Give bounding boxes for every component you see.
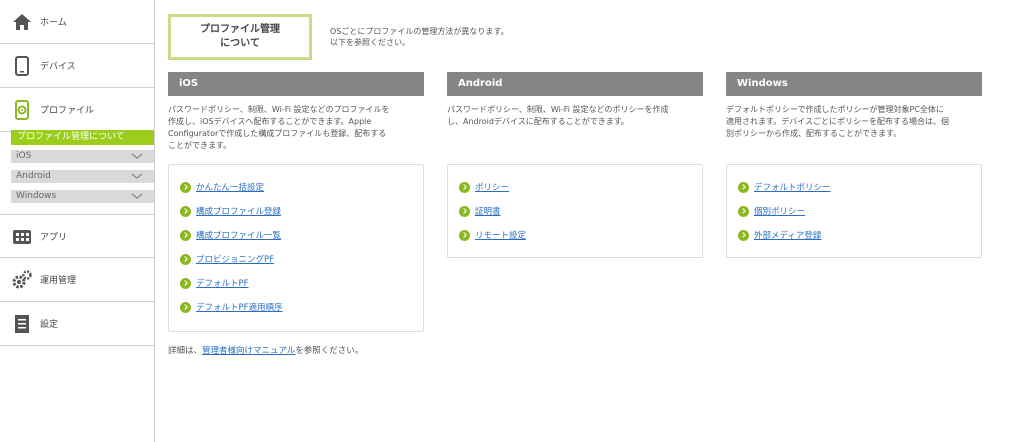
sidebar-subitem-label: Android [16, 171, 51, 181]
android-column: Android パスワードポリシー、制限、Wi-Fi 設定などのポリシーを作成 … [447, 72, 703, 258]
ios-column: iOS パスワードポリシー、制限、Wi-Fi 設定などのプロファイルを 作成し、… [168, 72, 424, 332]
android-description: パスワードポリシー、制限、Wi-Fi 設定などのポリシーを作成 し、Androi… [447, 105, 669, 126]
apps-icon [13, 230, 31, 244]
about-profile-button[interactable]: プロファイル管理 について [168, 14, 312, 60]
arrow-bullet-icon [459, 229, 470, 241]
admin-manual-link[interactable]: 管理者様向けマニュアル [202, 346, 295, 356]
link-easy-bulk-setup[interactable]: かんたん一括設定 [180, 181, 264, 193]
sidebar-item-home[interactable]: ホーム [0, 0, 154, 44]
home-icon [13, 13, 31, 30]
ios-links-card: かんたん一括設定 構成プロファイル登録 構成プロファイル一覧 プロビジョニングP… [168, 164, 424, 332]
profile-gear-icon [15, 99, 29, 120]
arrow-bullet-icon [180, 253, 191, 265]
sidebar-item-label: 運用管理 [40, 276, 77, 286]
android-header: Android [447, 72, 703, 96]
arrow-bullet-icon [180, 277, 191, 289]
link-individual-policy[interactable]: 個別ポリシー [738, 205, 805, 217]
windows-links-card: デフォルトポリシー 個別ポリシー 外部メディア登録 [726, 164, 982, 258]
sidebar-item-operations[interactable]: 運用管理 [0, 258, 154, 302]
settings-doc-icon [15, 314, 29, 333]
sidebar-subitem-windows[interactable]: Windows [11, 190, 154, 203]
link-remote-settings[interactable]: リモート設定 [459, 229, 526, 241]
gears-icon [12, 269, 32, 288]
sidebar-item-label: プロファイル [40, 106, 95, 116]
footer-note: 詳細は、管理者様向けマニュアルを参照ください。 [168, 346, 364, 356]
sidebar-item-settings[interactable]: 設定 [0, 302, 154, 346]
device-icon [15, 55, 29, 76]
link-default-pf[interactable]: デフォルトPF [180, 277, 249, 289]
link-config-profile-register[interactable]: 構成プロファイル登録 [180, 205, 281, 217]
windows-description: デフォルトポリシーで作成したポリシーが管理対象PC全体に 適用されます。デバイス… [726, 105, 949, 138]
ios-header: iOS [168, 72, 424, 96]
arrow-bullet-icon [459, 205, 470, 217]
sidebar-subitem-label: Windows [16, 191, 57, 201]
link-default-pf-order[interactable]: デフォルトPF適用順序 [180, 301, 283, 313]
sidebar-item-label: ホーム [40, 18, 67, 28]
arrow-bullet-icon [180, 181, 191, 193]
arrow-bullet-icon [180, 229, 191, 241]
android-links-card: ポリシー 証明書 リモート設定 [447, 164, 703, 258]
link-external-media[interactable]: 外部メディア登録 [738, 229, 821, 241]
sidebar-item-device[interactable]: デバイス [0, 44, 154, 88]
intro-text: OSごとにプロファイルの管理方法が異なります。 以下を参照ください。 [330, 27, 509, 47]
arrow-bullet-icon [459, 181, 470, 193]
sidebar-item-apps[interactable]: アプリ [0, 214, 154, 258]
sidebar-subitem-ios[interactable]: iOS [11, 150, 154, 163]
arrow-bullet-icon [180, 205, 191, 217]
chevron-down-icon [131, 193, 143, 199]
about-profile-label: プロファイル管理 について [200, 24, 280, 49]
windows-header: Windows [726, 72, 982, 96]
chevron-down-icon [131, 153, 143, 159]
sidebar-item-profile[interactable]: プロファイル [0, 88, 154, 132]
link-provisioning-pf[interactable]: プロビジョニングPF [180, 253, 274, 265]
link-default-policy[interactable]: デフォルトポリシー [738, 181, 831, 193]
link-policy[interactable]: ポリシー [459, 181, 509, 193]
windows-column: Windows デフォルトポリシーで作成したポリシーが管理対象PC全体に 適用さ… [726, 72, 982, 258]
sidebar-item-label: デバイス [40, 62, 76, 72]
ios-description: パスワードポリシー、制限、Wi-Fi 設定などのプロファイルを 作成し、iOSデ… [168, 105, 390, 150]
chevron-down-icon [131, 173, 143, 179]
link-certificate[interactable]: 証明書 [459, 205, 501, 217]
arrow-bullet-icon [738, 205, 749, 217]
sidebar-subitem-label: iOS [16, 151, 32, 161]
arrow-bullet-icon [180, 301, 191, 313]
arrow-bullet-icon [738, 181, 749, 193]
app-root: ホーム デバイス プロファイル プロファイル管理について iOS Android… [0, 0, 1024, 442]
sidebar-item-label: アプリ [40, 232, 68, 243]
arrow-bullet-icon [738, 229, 749, 241]
sidebar-item-label: 設定 [40, 320, 59, 330]
sidebar-subitem-android[interactable]: Android [11, 170, 154, 183]
sidebar-subitem-about-profile[interactable]: プロファイル管理について [11, 130, 154, 145]
sidebar: ホーム デバイス プロファイル プロファイル管理について iOS Android… [0, 0, 155, 442]
link-config-profile-list[interactable]: 構成プロファイル一覧 [180, 229, 281, 241]
